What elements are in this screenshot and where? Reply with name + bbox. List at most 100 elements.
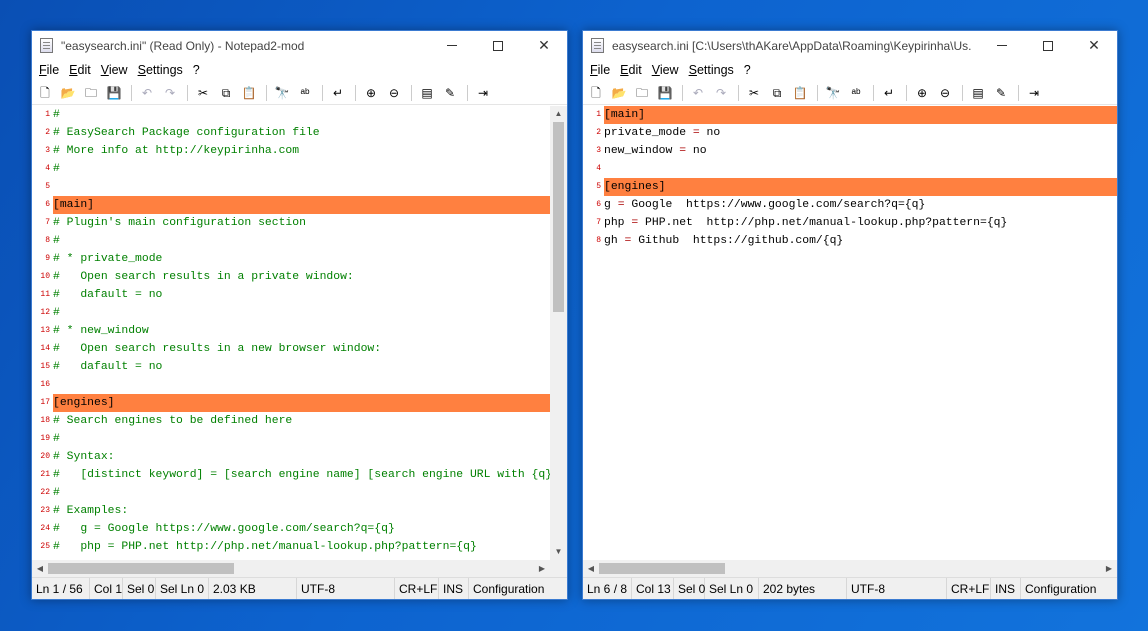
toolbar: 🗋 📂 🗀 💾 ↶ ↷ ✂ ⧉ 📋 🔭 ᵃᵇ ↵ ⊕ ⊖ ▤ ✎ ⇥	[583, 81, 1117, 105]
toolbar-separator	[467, 84, 468, 101]
close-button[interactable]: ✕	[521, 31, 567, 60]
maximize-button[interactable]	[1025, 31, 1071, 60]
word-wrap-icon[interactable]: ↵	[880, 84, 898, 102]
paste-icon[interactable]: 📋	[791, 84, 809, 102]
line-text: [main]	[604, 106, 1117, 124]
status-line-ending[interactable]: CR+LF	[947, 578, 991, 599]
status-line: Ln 1 / 56	[32, 578, 90, 599]
menu-file[interactable]: File	[34, 63, 64, 77]
line-number: 3	[45, 146, 50, 155]
browse-icon[interactable]: 🗀	[633, 84, 651, 102]
line-number: 2	[45, 128, 50, 137]
redo-icon[interactable]: ↷	[712, 84, 730, 102]
scroll-up-arrow-icon[interactable]: ▲	[550, 106, 567, 122]
save-icon[interactable]: 💾	[105, 84, 123, 102]
scheme-icon[interactable]: ▤	[418, 84, 436, 102]
menu-help[interactable]: ?	[739, 63, 756, 77]
zoom-in-icon[interactable]: ⊕	[913, 84, 931, 102]
line-number: 20	[40, 452, 50, 461]
scroll-left-arrow-icon[interactable]: ◀	[583, 560, 599, 577]
cut-icon[interactable]: ✂	[194, 84, 212, 102]
scroll-down-arrow-icon[interactable]: ▼	[550, 544, 567, 560]
status-encoding[interactable]: UTF-8	[297, 578, 395, 599]
toolbar-separator	[906, 84, 907, 101]
scroll-left-arrow-icon[interactable]: ◀	[32, 560, 48, 577]
menu-view[interactable]: View	[647, 63, 684, 77]
find-icon[interactable]: 🔭	[273, 84, 291, 102]
menu-file[interactable]: File	[585, 63, 615, 77]
section-header-line: 1 [main]	[583, 106, 1117, 124]
code-line: 11 # dafault = no	[32, 286, 550, 304]
title-bar[interactable]: "easysearch.ini" (Read Only) - Notepad2-…	[32, 31, 567, 60]
cut-icon[interactable]: ✂	[745, 84, 763, 102]
status-line-ending[interactable]: CR+LF	[395, 578, 439, 599]
word-wrap-icon[interactable]: ↵	[329, 84, 347, 102]
code-line: 2 private_mode = no	[583, 124, 1117, 142]
scroll-right-arrow-icon[interactable]: ▶	[534, 560, 550, 577]
horizontal-scrollbar[interactable]: ◀ ▶	[32, 560, 550, 577]
copy-icon[interactable]: ⧉	[217, 84, 235, 102]
close-button[interactable]: ✕	[1071, 31, 1117, 60]
undo-icon[interactable]: ↶	[689, 84, 707, 102]
minimize-button[interactable]	[429, 31, 475, 60]
undo-icon[interactable]: ↶	[138, 84, 156, 102]
status-insert-mode[interactable]: INS	[439, 578, 469, 599]
status-selection-lines: Sel Ln 0	[705, 578, 759, 599]
vertical-scrollbar[interactable]: ▲ ▼	[550, 106, 567, 560]
copy-icon[interactable]: ⧉	[768, 84, 786, 102]
vertical-scroll-thumb[interactable]	[553, 122, 564, 312]
code-line: 5	[32, 178, 550, 196]
redo-icon[interactable]: ↷	[161, 84, 179, 102]
horizontal-scroll-thumb[interactable]	[48, 563, 234, 574]
text-editor[interactable]: 1 #2 # EasySearch Package configuration fi…	[32, 106, 550, 560]
exit-icon[interactable]: ⇥	[474, 84, 492, 102]
paste-icon[interactable]: 📋	[240, 84, 258, 102]
browse-icon[interactable]: 🗀	[82, 84, 100, 102]
customize-scheme-icon[interactable]: ✎	[441, 84, 459, 102]
exit-icon[interactable]: ⇥	[1025, 84, 1043, 102]
open-folder-icon[interactable]: 📂	[59, 84, 77, 102]
menu-view[interactable]: View	[96, 63, 133, 77]
menu-settings[interactable]: Settings	[133, 63, 188, 77]
new-file-icon[interactable]: 🗋	[36, 84, 54, 102]
maximize-button[interactable]	[475, 31, 521, 60]
zoom-in-icon[interactable]: ⊕	[362, 84, 380, 102]
line-number: 10	[40, 272, 50, 281]
replace-icon[interactable]: ᵃᵇ	[847, 84, 865, 102]
status-scheme[interactable]: Configuration	[469, 578, 548, 599]
new-file-icon[interactable]: 🗋	[587, 84, 605, 102]
notepad-app-icon[interactable]	[591, 38, 604, 53]
save-icon[interactable]: 💾	[656, 84, 674, 102]
line-number: 4	[596, 164, 601, 173]
customize-scheme-icon[interactable]: ✎	[992, 84, 1010, 102]
line-text: # g = Google https://www.google.com/sear…	[53, 523, 395, 535]
title-bar[interactable]: easysearch.ini [C:\Users\thAKare\AppData…	[583, 31, 1117, 60]
menu-help[interactable]: ?	[188, 63, 205, 77]
status-file-size: 2.03 KB	[209, 578, 297, 599]
line-number: 7	[596, 218, 601, 227]
find-icon[interactable]: 🔭	[824, 84, 842, 102]
status-scheme[interactable]: Configuration	[1021, 578, 1100, 599]
code-line: 14 # Open search results in a new browser…	[32, 340, 550, 358]
minimize-button[interactable]	[979, 31, 1025, 60]
menu-edit[interactable]: Edit	[615, 63, 647, 77]
status-selection: Sel 0	[123, 578, 156, 599]
horizontal-scrollbar[interactable]: ◀ ▶	[583, 560, 1117, 577]
scheme-icon[interactable]: ▤	[969, 84, 987, 102]
section-header-line: 5 [engines]	[583, 178, 1117, 196]
zoom-out-icon[interactable]: ⊖	[385, 84, 403, 102]
open-folder-icon[interactable]: 📂	[610, 84, 628, 102]
status-insert-mode[interactable]: INS	[991, 578, 1021, 599]
text-editor[interactable]: 1 [main] 2 private_mode = no 3 new_window = n…	[583, 106, 1117, 560]
line-number: 14	[40, 344, 50, 353]
status-encoding[interactable]: UTF-8	[847, 578, 947, 599]
notepad-app-icon[interactable]	[40, 38, 53, 53]
horizontal-scroll-thumb[interactable]	[599, 563, 725, 574]
menu-settings[interactable]: Settings	[684, 63, 739, 77]
zoom-out-icon[interactable]: ⊖	[936, 84, 954, 102]
replace-icon[interactable]: ᵃᵇ	[296, 84, 314, 102]
code-line: 25 # php = PHP.net http://php.net/manual-…	[32, 538, 550, 556]
scroll-right-arrow-icon[interactable]: ▶	[1101, 560, 1117, 577]
code-line: 16	[32, 376, 550, 394]
menu-edit[interactable]: Edit	[64, 63, 96, 77]
